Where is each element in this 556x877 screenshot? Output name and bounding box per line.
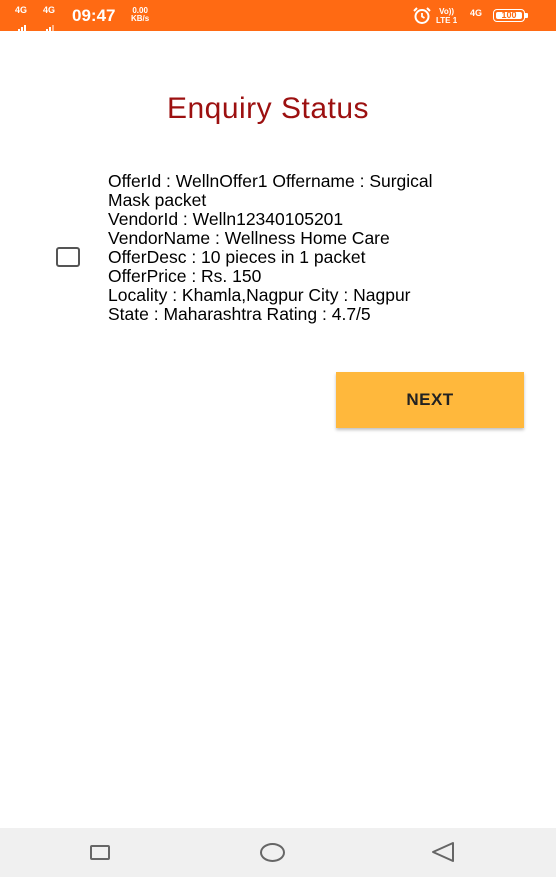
volte-top: Vo)) — [439, 7, 455, 16]
offer-line: Locality : Khamla,Nagpur City : Nagpur — [108, 285, 411, 305]
signal-bars-icon — [15, 16, 27, 34]
offer-line: VendorName : Wellness Home Care — [108, 228, 390, 248]
offer-line: Mask packet — [108, 190, 207, 210]
network-type-3: 4G — [470, 8, 483, 18]
offer-line: OfferDesc : 10 pieces in 1 packet — [108, 247, 366, 267]
offer-line: OfferId : WellnOffer1 Offername : Surgic… — [108, 171, 433, 191]
clock-time: 09:47 — [72, 6, 116, 25]
next-button[interactable]: NEXT — [336, 372, 524, 428]
speed-unit: KB/s — [131, 14, 150, 23]
network-type-1: 4G — [15, 5, 28, 15]
battery-tip — [525, 13, 528, 18]
offer-line: State : Maharashtra Rating : 4.7/5 — [108, 304, 371, 324]
network-type-2: 4G — [43, 5, 56, 15]
offer-line: VendorId : Welln12340105201 — [108, 209, 344, 229]
offer-line: OfferPrice : Rs. 150 — [108, 266, 262, 286]
home-icon[interactable] — [260, 843, 285, 862]
status-bar: 4G 4G 09:47 0.00 KB/s Vo)) LTE 1 4G 100 — [0, 0, 556, 34]
battery-level: 100 — [501, 10, 517, 20]
back-icon[interactable] — [430, 841, 456, 868]
battery-icon: 100 — [493, 9, 525, 22]
navigation-bar — [0, 828, 556, 877]
offer-details: OfferId : WellnOffer1 Offername : Surgic… — [108, 172, 528, 324]
recent-apps-icon[interactable] — [90, 845, 110, 860]
page-title: Enquiry Status — [166, 92, 370, 125]
signal-bars-icon — [43, 16, 55, 34]
volte-indicator: Vo)) LTE 1 — [436, 7, 457, 25]
offer-checkbox[interactable] — [56, 247, 80, 267]
volte-bottom: LTE 1 — [436, 16, 458, 25]
alarm-clock-icon — [413, 7, 431, 29]
network-speed: 0.00 KB/s — [131, 7, 149, 23]
